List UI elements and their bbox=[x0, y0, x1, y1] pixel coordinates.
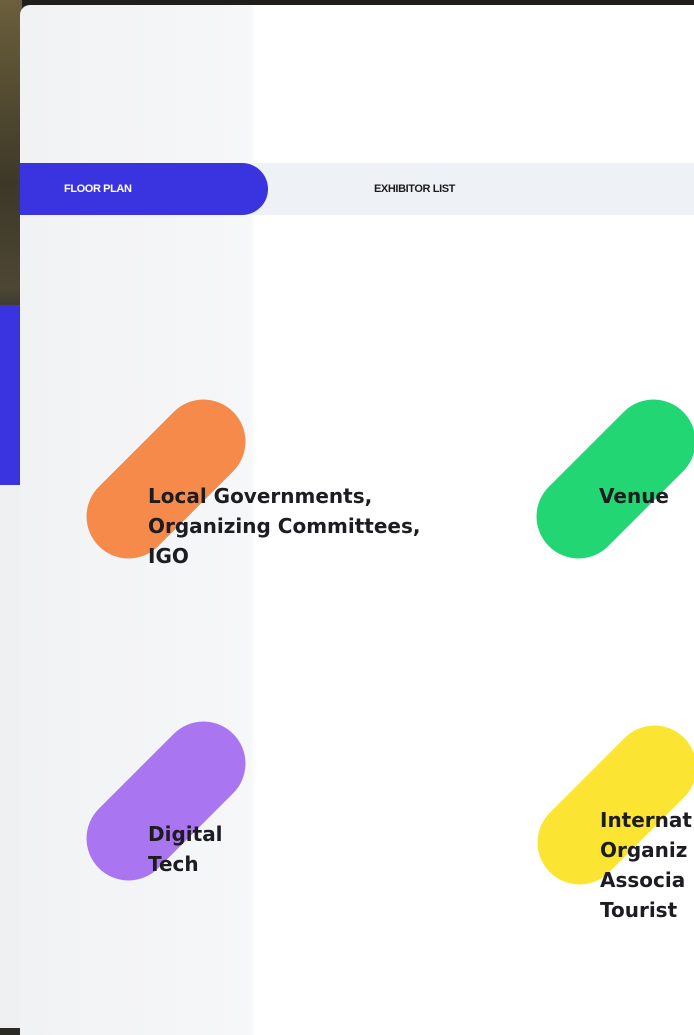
exhibition-panel: FLOOR PLAN EXHIBITOR LIST Local Governme… bbox=[20, 5, 694, 1035]
background-lower-strip bbox=[0, 485, 22, 1028]
category-label: Internat Organiz Associa Tourist bbox=[600, 808, 692, 922]
category-pill-green bbox=[519, 382, 694, 576]
category-venue[interactable]: Venue bbox=[470, 382, 694, 585]
tab-floor-plan[interactable]: FLOOR PLAN bbox=[20, 163, 268, 215]
tab-exhibitor-list[interactable]: EXHIBITOR LIST bbox=[374, 163, 455, 215]
tab-exhibitor-list-label: EXHIBITOR LIST bbox=[374, 183, 455, 195]
category-label: Venue bbox=[599, 484, 669, 508]
tab-floor-plan-label: FLOOR PLAN bbox=[64, 183, 132, 195]
category-label: Digital Tech bbox=[148, 822, 223, 876]
background-accent-strip bbox=[0, 305, 22, 485]
category-digital-tech[interactable]: Digital Tech bbox=[20, 704, 350, 905]
category-international-organizations[interactable]: Internat Organiz Associa Tourist bbox=[470, 705, 694, 935]
category-label: Local Governments, Organizing Committees… bbox=[148, 484, 421, 568]
category-local-governments[interactable]: Local Governments, Organizing Committees… bbox=[20, 382, 421, 585]
tab-bar: FLOOR PLAN EXHIBITOR LIST bbox=[20, 163, 694, 215]
